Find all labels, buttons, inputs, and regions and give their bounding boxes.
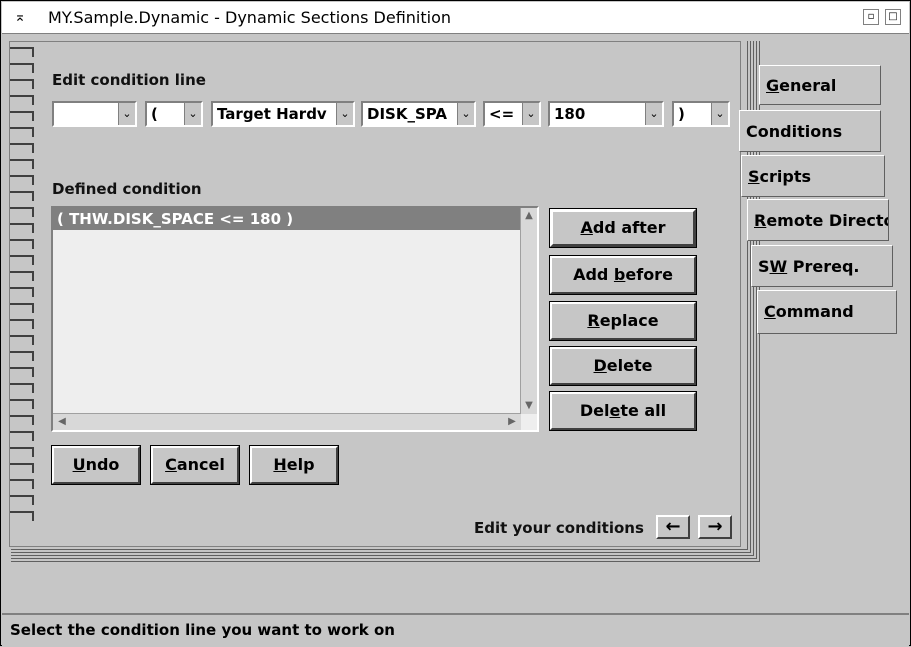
binding-ring [10,255,34,265]
binding-ring [10,287,34,297]
dropdown-arrow-icon[interactable]: ⌄ [184,103,201,125]
binding-ring [10,367,34,377]
tab-remote-directory[interactable]: Remote Directo [747,199,889,241]
binding-ring [10,239,34,249]
dropdown-arrow-icon[interactable]: ⌄ [522,103,539,125]
edit-condition-label: Edit condition line [52,71,206,89]
help-button[interactable]: Help [249,445,339,485]
binding-ring [10,303,34,313]
binding-ring [10,47,34,57]
notebook-binding [10,41,40,541]
binding-ring [10,399,34,409]
arrow-left-icon: ← [665,516,681,537]
delete-button[interactable]: Delete [549,346,697,386]
next-page-button[interactable]: → [698,515,732,539]
tab-command[interactable]: Command [757,290,897,334]
binding-ring [10,271,34,281]
list-item[interactable]: ( THW.DISK_SPACE <= 180 ) [53,208,521,230]
open-paren-combo[interactable]: ( ⌄ [145,101,203,127]
binding-ring [10,175,34,185]
combo-value: Target Hardv [217,105,327,123]
category-combo[interactable]: Target Hardv ⌄ [211,101,355,127]
combo-value: <= [489,105,515,123]
arrow-right-icon: → [707,516,723,537]
tab-general[interactable]: General [759,65,881,105]
binding-ring [10,335,34,345]
binding-ring [10,383,34,393]
close-paren-combo[interactable]: ) ⌄ [672,101,730,127]
combo-value: ) [678,105,685,123]
binding-ring [10,463,34,473]
dropdown-arrow-icon[interactable]: ⌄ [645,103,662,125]
dropdown-arrow-icon[interactable]: ⌄ [711,103,728,125]
binding-ring [10,447,34,457]
binding-ring [10,223,34,233]
dropdown-arrow-icon[interactable]: ⌄ [118,103,135,125]
combo-value: 180 [554,105,586,123]
binding-ring [10,415,34,425]
binding-ring [10,495,34,505]
tab-conditions[interactable]: Conditions [739,110,881,152]
operator-combo[interactable]: <= ⌄ [483,101,541,127]
cancel-button[interactable]: Cancel [150,445,240,485]
delete-all-button[interactable]: Delete all [549,391,697,431]
binding-ring [10,127,34,137]
binding-ring [10,207,34,217]
binding-ring [10,351,34,361]
binding-ring [10,191,34,201]
system-menu-icon[interactable]: ⌅ [12,9,28,25]
binding-ring [10,143,34,153]
scroll-left-icon[interactable]: ◀ [55,415,69,429]
maximize-button[interactable]: □ [885,9,901,25]
tab-scripts[interactable]: Scripts [741,155,885,197]
window-title: MY.Sample.Dynamic - Dynamic Sections Def… [48,8,451,27]
defined-condition-list[interactable]: ( THW.DISK_SPACE <= 180 ) ▲ ▼ ◀ ▶ [51,206,539,432]
binding-ring [10,63,34,73]
binding-ring [10,511,34,521]
main-window: ⌅ MY.Sample.Dynamic - Dynamic Sections D… [0,0,911,647]
binding-ring [10,159,34,169]
status-bar: Select the condition line you want to wo… [2,613,909,647]
binding-ring [10,79,34,89]
scroll-up-icon[interactable]: ▲ [522,209,536,223]
undo-button[interactable]: Undo [51,445,141,485]
connector-combo[interactable]: ⌄ [52,101,137,127]
binding-ring [10,479,34,489]
scroll-right-icon[interactable]: ▶ [505,415,519,429]
minimize-button[interactable]: ▫ [863,9,879,25]
title-bar: ⌅ MY.Sample.Dynamic - Dynamic Sections D… [2,2,909,34]
binding-ring [10,431,34,441]
attribute-combo[interactable]: DISK_SPA ⌄ [361,101,476,127]
combo-value: ( [151,105,158,123]
status-text: Select the condition line you want to wo… [10,621,395,639]
horizontal-scrollbar[interactable]: ◀ ▶ [53,413,521,430]
replace-button[interactable]: Replace [549,301,697,341]
scroll-down-icon[interactable]: ▼ [522,399,536,413]
combo-value: DISK_SPA [367,105,447,123]
add-before-button[interactable]: Add before [549,255,697,295]
previous-page-button[interactable]: ← [656,515,690,539]
binding-ring [10,95,34,105]
defined-condition-label: Defined condition [52,180,202,198]
value-combo[interactable]: 180 ⌄ [548,101,664,127]
binding-ring [10,319,34,329]
page-nav-label: Edit your conditions [474,519,644,537]
tab-sw-prereq[interactable]: SW Prereq. [751,245,893,287]
dropdown-arrow-icon[interactable]: ⌄ [336,103,353,125]
dropdown-arrow-icon[interactable]: ⌄ [457,103,474,125]
binding-ring [10,111,34,121]
add-after-button[interactable]: Add after [549,208,697,248]
vertical-scrollbar[interactable]: ▲ ▼ [520,208,537,414]
